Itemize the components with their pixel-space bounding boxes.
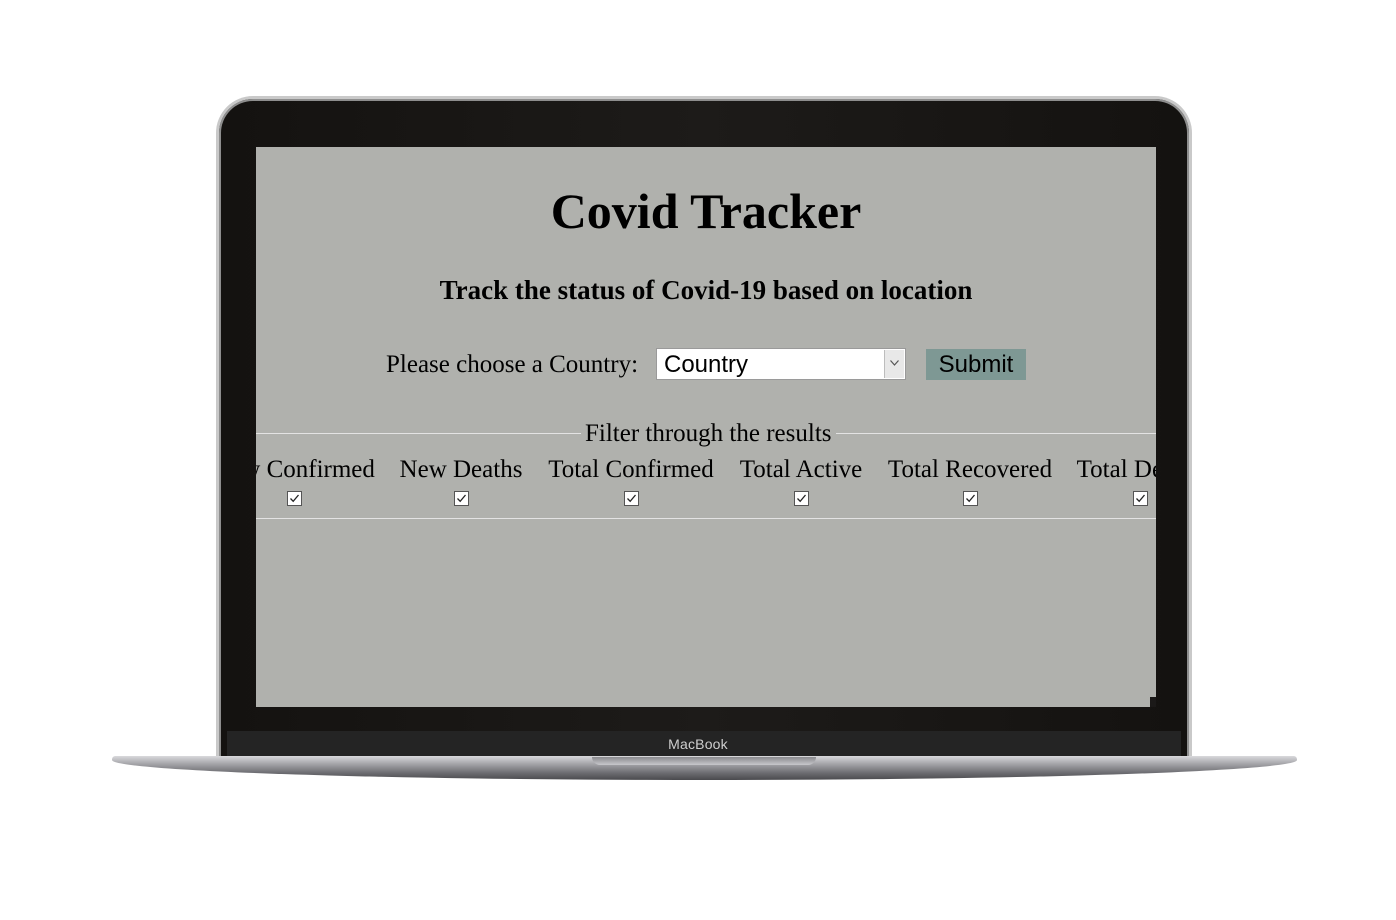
filter-fieldset-border-bottom xyxy=(256,518,1156,519)
filter-checkbox-new-confirmed[interactable] xyxy=(286,491,302,506)
filter-new-deaths: New Deaths xyxy=(396,450,526,508)
filter-legend: Filter through the results xyxy=(581,419,836,449)
filter-label: Total Deaths xyxy=(1076,456,1156,483)
country-select[interactable]: Country xyxy=(656,348,906,380)
filter-checkbox-total-active[interactable] xyxy=(793,491,809,506)
filter-total-confirmed: Total Confirmed xyxy=(546,450,716,508)
country-select-value: Country xyxy=(664,351,749,378)
chevron-down-icon[interactable] xyxy=(884,350,904,378)
filter-checkbox-new-deaths[interactable] xyxy=(453,491,469,506)
filter-total-recovered: Total Recovered xyxy=(886,450,1054,508)
filter-label: Total Recovered xyxy=(887,456,1053,483)
filter-total-active: Total Active xyxy=(736,450,866,508)
filter-new-confirmed: New Confirmed xyxy=(256,450,379,508)
filter-checkbox-total-recovered[interactable] xyxy=(962,491,978,506)
country-select-label: Please choose a Country: xyxy=(386,351,639,378)
page-subtitle: Track the status of Covid-19 based on lo… xyxy=(439,275,973,305)
filter-label: New Deaths xyxy=(399,456,523,483)
filter-label: Total Confirmed xyxy=(548,456,714,483)
laptop-mockup: MacBook Covid Tracker Track the status o… xyxy=(0,0,1396,920)
filter-label: New Confirmed xyxy=(256,456,375,483)
filter-checkbox-total-deaths[interactable] xyxy=(1132,491,1148,506)
screen-edge xyxy=(1150,697,1156,707)
filter-checkbox-total-confirmed[interactable] xyxy=(623,491,639,506)
filter-list: New Confirmed New Deaths Total Confirmed… xyxy=(256,450,1156,510)
laptop-hinge-notch xyxy=(592,757,816,765)
filter-total-deaths: Total Deaths xyxy=(1074,450,1156,508)
filter-label: Total Active xyxy=(739,456,863,483)
laptop-brand-label: MacBook xyxy=(668,736,728,752)
submit-button[interactable]: Submit xyxy=(926,349,1026,380)
page-title: Covid Tracker xyxy=(550,183,862,239)
